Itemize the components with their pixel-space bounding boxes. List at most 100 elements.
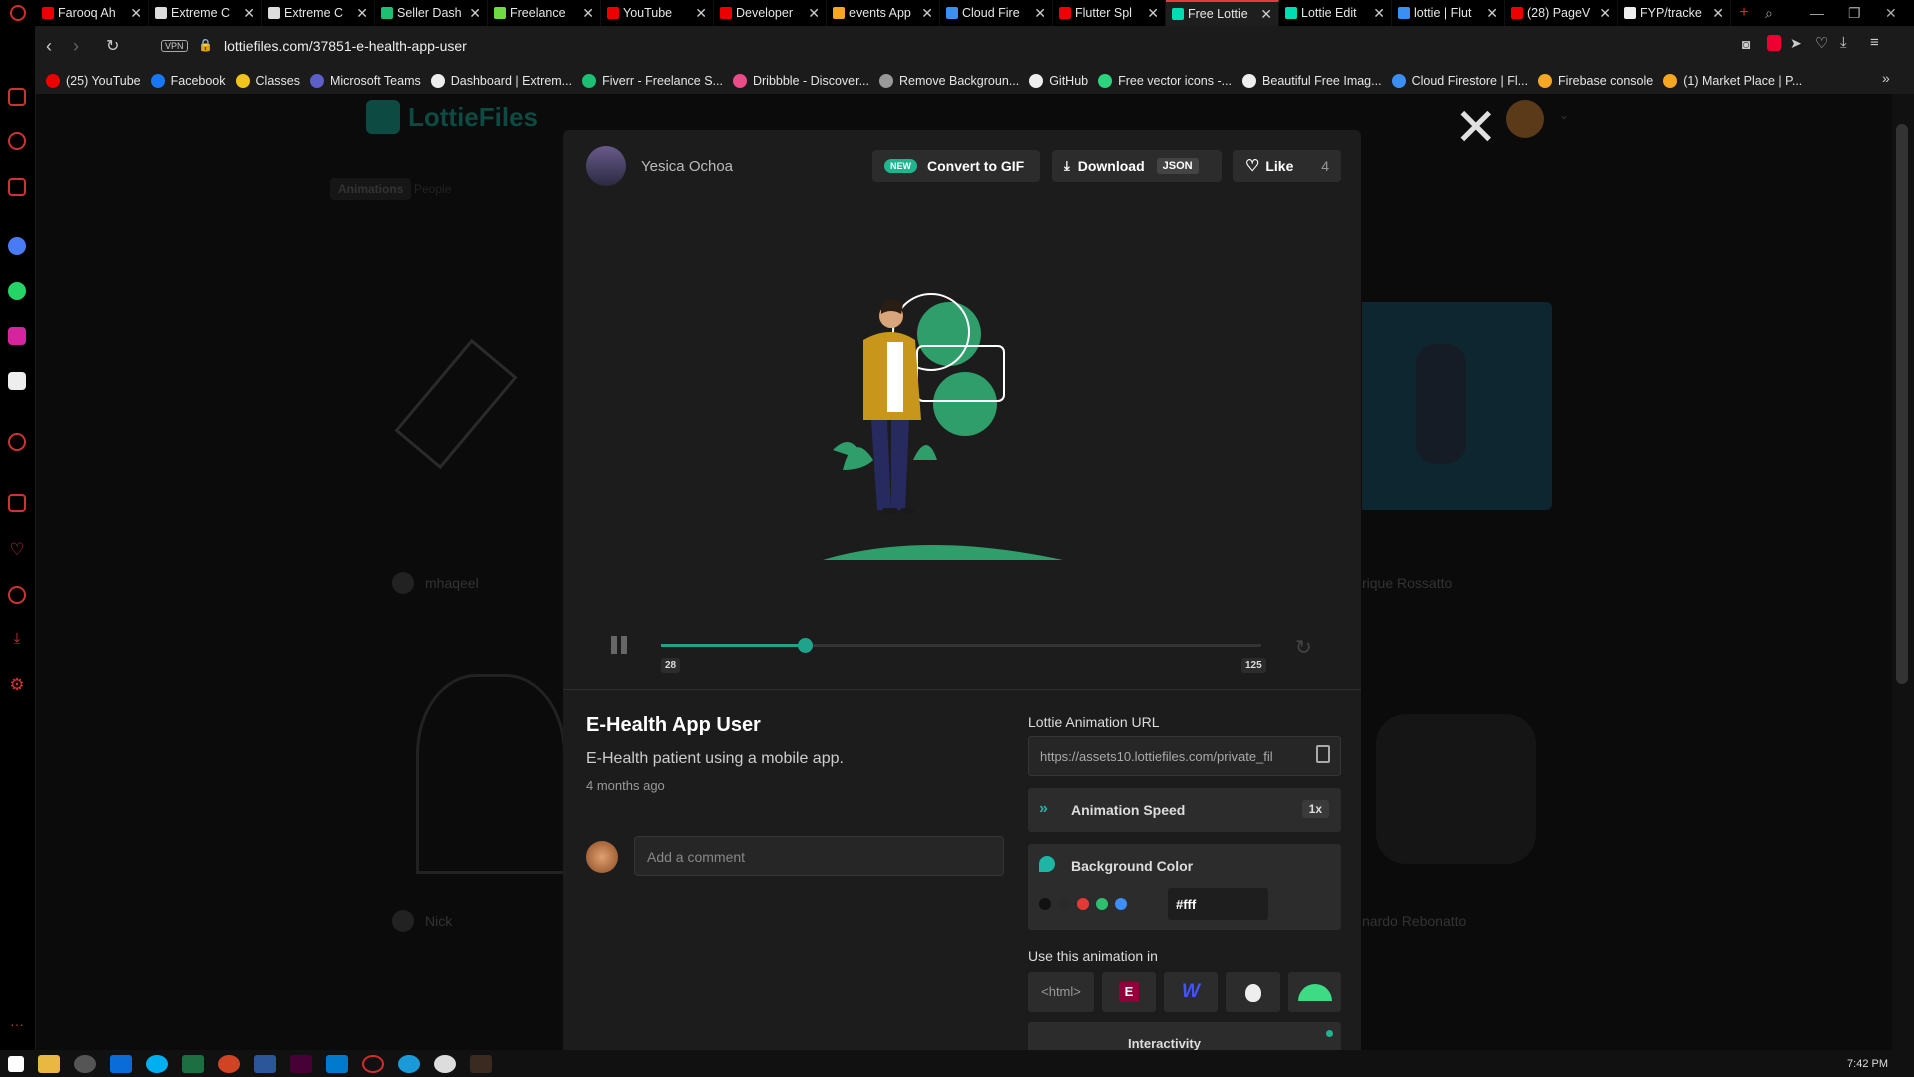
comment-input[interactable]: Add a comment bbox=[634, 836, 1004, 876]
browser-tab[interactable]: Lottie Edit ✕ bbox=[1279, 0, 1392, 26]
word-icon[interactable] bbox=[254, 1054, 276, 1073]
app-icon[interactable] bbox=[470, 1054, 492, 1073]
adblock-icon[interactable] bbox=[1767, 35, 1781, 51]
browser-tab[interactable]: events App ✕ bbox=[827, 0, 940, 26]
color-swatch[interactable] bbox=[1039, 898, 1051, 910]
browser-tab[interactable]: Farooq Ah ✕ bbox=[36, 0, 149, 26]
download-button[interactable]: ⤓ Download JSON bbox=[1052, 150, 1222, 182]
close-tab-icon[interactable]: ✕ bbox=[695, 5, 707, 22]
favorites-icon[interactable]: ♡ bbox=[1815, 34, 1828, 52]
back-button[interactable]: ‹ bbox=[46, 36, 52, 57]
forward-button[interactable]: › bbox=[73, 36, 79, 57]
browser-tab[interactable]: Freelance ✕ bbox=[488, 0, 601, 26]
new-tab-button[interactable]: + bbox=[1731, 4, 1757, 22]
color-swatch[interactable] bbox=[1077, 898, 1089, 910]
adobe-xd-icon[interactable] bbox=[290, 1054, 312, 1073]
download-icon[interactable]: ⤓ bbox=[1840, 34, 1847, 51]
animation-speed-row[interactable]: » Animation Speed 1x bbox=[1028, 788, 1341, 832]
close-window-button[interactable]: ✕ bbox=[1885, 0, 1897, 26]
chevron-down-icon[interactable]: ⌄ bbox=[1559, 108, 1569, 122]
powerpoint-icon[interactable] bbox=[218, 1054, 240, 1073]
bookmark-item[interactable]: GitHub bbox=[1029, 74, 1088, 88]
browser-tab[interactable]: YouTube ✕ bbox=[601, 0, 714, 26]
author-name[interactable]: Yesica Ochoa bbox=[641, 158, 733, 175]
apps-icon[interactable] bbox=[8, 494, 26, 512]
browser-tab[interactable]: Developer ✕ bbox=[714, 0, 827, 26]
bg-color-input[interactable]: #fff bbox=[1168, 888, 1268, 920]
bookmark-item[interactable]: Remove Backgroun... bbox=[879, 74, 1019, 88]
player-icon[interactable] bbox=[8, 433, 26, 451]
elementor-platform-button[interactable]: E bbox=[1102, 972, 1156, 1012]
browser-tab[interactable]: Seller Dash ✕ bbox=[375, 0, 488, 26]
author-avatar[interactable] bbox=[586, 146, 626, 186]
close-tab-icon[interactable]: ✕ bbox=[921, 5, 933, 22]
close-tab-icon[interactable]: ✕ bbox=[582, 5, 594, 22]
interactivity-row[interactable]: Interactivity bbox=[1028, 1022, 1341, 1050]
format-badge[interactable]: JSON bbox=[1156, 158, 1199, 174]
copy-icon[interactable] bbox=[1316, 745, 1330, 763]
camera-icon[interactable]: ◙ bbox=[1742, 36, 1750, 52]
like-button[interactable]: ♡ Like 4 bbox=[1233, 150, 1341, 182]
animation-url[interactable]: https://assets10.lottiefiles.com/private… bbox=[1040, 749, 1308, 764]
discord-icon[interactable] bbox=[8, 372, 26, 390]
animation-url-field[interactable]: https://assets10.lottiefiles.com/private… bbox=[1028, 736, 1341, 776]
bookmark-item[interactable]: Dashboard | Extrem... bbox=[430, 74, 572, 88]
excel-icon[interactable] bbox=[182, 1054, 204, 1073]
skype-icon[interactable] bbox=[146, 1054, 168, 1073]
card-author[interactable]: mhaqeel bbox=[425, 575, 479, 591]
ios-platform-button[interactable] bbox=[1226, 972, 1280, 1012]
close-tab-icon[interactable]: ✕ bbox=[808, 5, 820, 22]
github-desktop-icon[interactable] bbox=[434, 1054, 456, 1073]
bookmark-item[interactable]: Firebase console bbox=[1538, 74, 1653, 88]
browser-tab[interactable]: Extreme C ✕ bbox=[262, 0, 375, 26]
color-swatch[interactable] bbox=[1058, 898, 1070, 910]
close-tab-icon[interactable]: ✕ bbox=[356, 5, 368, 22]
menu-icon[interactable]: ≡ bbox=[1870, 34, 1879, 51]
bookmark-item[interactable]: Cloud Firestore | Fl... bbox=[1391, 74, 1528, 88]
bookmark-item[interactable]: Beautiful Free Imag... bbox=[1242, 74, 1382, 88]
bookmark-item[interactable]: Microsoft Teams bbox=[309, 74, 421, 88]
history-icon[interactable] bbox=[8, 586, 26, 604]
send-icon[interactable]: ➤ bbox=[1790, 35, 1802, 52]
close-tab-icon[interactable]: ✕ bbox=[1034, 5, 1046, 22]
speed-value[interactable]: 1x bbox=[1301, 800, 1329, 818]
opera-icon[interactable] bbox=[362, 1054, 384, 1073]
progress-handle[interactable] bbox=[798, 638, 813, 653]
messenger-icon[interactable] bbox=[8, 237, 26, 255]
close-tab-icon[interactable]: ✕ bbox=[1486, 5, 1498, 22]
game-icon[interactable] bbox=[8, 88, 26, 106]
chrome-icon[interactable] bbox=[74, 1054, 96, 1073]
convert-to-gif-button[interactable]: NEW Convert to GIF bbox=[872, 150, 1040, 182]
close-tab-icon[interactable]: ✕ bbox=[1260, 6, 1272, 23]
minimize-button[interactable]: — bbox=[1810, 0, 1824, 26]
close-tab-icon[interactable]: ✕ bbox=[243, 5, 255, 22]
bookmark-item[interactable]: (1) Market Place | P... bbox=[1663, 74, 1802, 88]
close-tab-icon[interactable]: ✕ bbox=[469, 5, 481, 22]
close-tab-icon[interactable]: ✕ bbox=[1712, 5, 1724, 22]
browser-tab[interactable]: Flutter Spl ✕ bbox=[1053, 0, 1166, 26]
color-swatch[interactable] bbox=[1115, 898, 1127, 910]
close-tab-icon[interactable]: ✕ bbox=[130, 5, 142, 22]
settings-icon[interactable]: ⚙ bbox=[8, 675, 26, 694]
user-avatar[interactable] bbox=[1506, 100, 1544, 138]
bookmark-item[interactable]: Fiverr - Freelance S... bbox=[582, 74, 723, 88]
search-tabs-icon[interactable]: ⌕ bbox=[1765, 0, 1773, 26]
heart-icon[interactable]: ♡ bbox=[8, 540, 26, 559]
bookmark-item[interactable]: (25) YouTube bbox=[46, 74, 141, 88]
loop-icon[interactable]: ↻ bbox=[1295, 635, 1312, 660]
card-author[interactable]: rique Rossatto bbox=[1362, 575, 1452, 591]
shop-icon[interactable] bbox=[8, 178, 26, 196]
clock[interactable]: 7:42 PM bbox=[1847, 1058, 1888, 1070]
reload-button[interactable]: ↻ bbox=[106, 36, 119, 56]
instagram-icon[interactable] bbox=[8, 327, 26, 345]
color-swatch[interactable] bbox=[1096, 898, 1108, 910]
file-explorer-icon[interactable] bbox=[38, 1054, 60, 1073]
vscode-icon[interactable] bbox=[326, 1054, 348, 1073]
bookmark-item[interactable]: Dribbble - Discover... bbox=[732, 74, 869, 88]
browser-tab[interactable]: (28) PageV ✕ bbox=[1505, 0, 1618, 26]
browser-tab[interactable]: lottie | Flut ✕ bbox=[1392, 0, 1505, 26]
url-input[interactable]: lottiefiles.com/37851-e-health-app-user bbox=[224, 38, 467, 54]
close-tab-icon[interactable]: ✕ bbox=[1373, 5, 1385, 22]
tab-people[interactable]: People bbox=[414, 182, 451, 196]
browser-tab[interactable]: Cloud Fire ✕ bbox=[940, 0, 1053, 26]
